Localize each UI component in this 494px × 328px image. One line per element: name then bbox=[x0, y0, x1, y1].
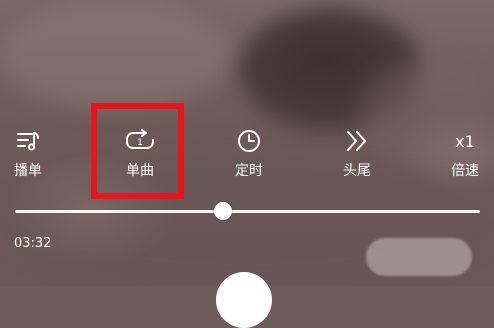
skip-head-tail-button[interactable]: 头尾 bbox=[327, 126, 387, 188]
play-button[interactable] bbox=[216, 272, 272, 328]
progress-slider[interactable] bbox=[15, 202, 480, 220]
blurred-button[interactable] bbox=[366, 238, 472, 276]
background-blur-shape bbox=[0, 0, 230, 110]
progress-track[interactable] bbox=[15, 210, 480, 213]
speed-label: 倍速 bbox=[451, 163, 479, 179]
speed-value: x1 bbox=[455, 131, 475, 151]
player-controls-bar: 播单 1 单曲 定时 头尾 x1 倍速 bbox=[0, 120, 494, 190]
speed-value-wrap: x1 bbox=[455, 126, 475, 156]
current-time: 03:32 bbox=[14, 236, 52, 251]
playlist-button[interactable]: 播单 bbox=[0, 126, 58, 188]
playback-speed-button[interactable]: x1 倍速 bbox=[435, 126, 494, 188]
head-tail-label: 头尾 bbox=[343, 163, 371, 179]
timer-button[interactable]: 定时 bbox=[219, 126, 279, 188]
highlight-box bbox=[91, 103, 184, 199]
double-chevron-right-icon bbox=[344, 126, 370, 156]
playlist-label: 播单 bbox=[14, 163, 42, 179]
clock-icon bbox=[236, 126, 262, 156]
timer-label: 定时 bbox=[235, 163, 263, 179]
playlist-icon bbox=[16, 126, 40, 156]
